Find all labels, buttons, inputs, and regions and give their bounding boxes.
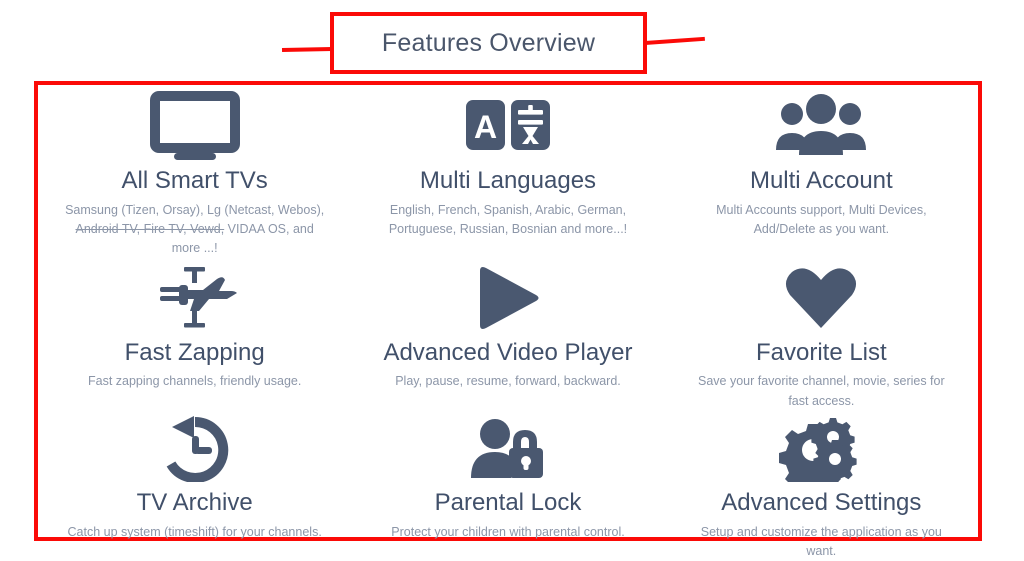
feature-card-multi-account[interactable]: Multi Account Multi Accounts support, Mu… — [665, 85, 978, 259]
feature-card-all-smart-tvs[interactable]: All Smart TVs Samsung (Tizen, Orsay), Lg… — [38, 85, 351, 259]
feature-title: Advanced Settings — [721, 489, 922, 517]
callout-line-left — [281, 47, 333, 53]
clock-rewind-icon — [160, 413, 230, 485]
feature-title: Favorite List — [755, 338, 887, 366]
feature-title: All Smart TVs — [121, 167, 268, 194]
feature-description: Protect your children with parental cont… — [391, 524, 625, 539]
desc-struck-segment: Android TV, Fire TV, Vewd, — [75, 221, 225, 236]
tv-icon — [149, 87, 241, 163]
feature-title: Parental Lock — [434, 489, 582, 517]
feature-description: Catch up system (timeshift) for your cha… — [67, 524, 322, 539]
feature-description: Save your favorite channel, movie, serie… — [698, 374, 945, 408]
feature-card-favorite-list[interactable]: Favorite List Save your favorite channel… — [665, 259, 978, 411]
gears-icon — [778, 413, 864, 485]
feature-description: Fast zapping channels, friendly usage. — [88, 374, 302, 389]
feature-description: Multi Accounts support, Multi Devices, A… — [716, 202, 927, 236]
feature-card-fast-zapping[interactable]: Fast Zapping Fast zapping channels, frie… — [38, 259, 351, 411]
heart-icon — [783, 261, 859, 335]
callout-line-right — [644, 36, 705, 45]
desc-line-1: Samsung (Tizen, Orsay), Lg (Netcast, Web… — [65, 202, 325, 217]
person-lock-icon — [469, 413, 547, 485]
feature-card-parental-lock[interactable]: Parental Lock Protect your children with… — [351, 411, 664, 561]
feature-description: English, French, Spanish, Arabic, German… — [388, 202, 628, 236]
jet-plane-icon — [151, 261, 239, 335]
svg-text:A: A — [474, 109, 497, 145]
play-triangle-icon — [474, 261, 542, 335]
page-title: Features Overview — [381, 28, 596, 57]
desc-line-3: ...! — [203, 241, 218, 256]
feature-description: Samsung (Tizen, Orsay), Lg (Netcast, Web… — [60, 201, 329, 259]
translate-icon: A — [465, 87, 550, 163]
feature-card-tv-archive[interactable]: TV Archive Catch up system (timeshift) f… — [38, 411, 351, 561]
feature-title: Advanced Video Player — [383, 338, 633, 366]
feature-description: Setup and customize the application as y… — [700, 524, 942, 559]
features-grid: All Smart TVs Samsung (Tizen, Orsay), Lg… — [38, 85, 978, 558]
feature-card-advanced-video-player[interactable]: Advanced Video Player Play, pause, resum… — [351, 259, 664, 411]
feature-title: Fast Zapping — [124, 338, 265, 366]
feature-title: Multi Languages — [419, 167, 597, 194]
feature-description: Play, pause, resume, forward, backward. — [395, 374, 621, 389]
feature-title: TV Archive — [136, 489, 253, 517]
users-group-icon — [775, 87, 867, 163]
feature-card-advanced-settings[interactable]: Advanced Settings Setup and customize th… — [665, 411, 978, 561]
feature-card-multi-languages[interactable]: A Multi Languages English, French, Spani… — [351, 85, 664, 259]
feature-title: Multi Account — [749, 167, 893, 194]
